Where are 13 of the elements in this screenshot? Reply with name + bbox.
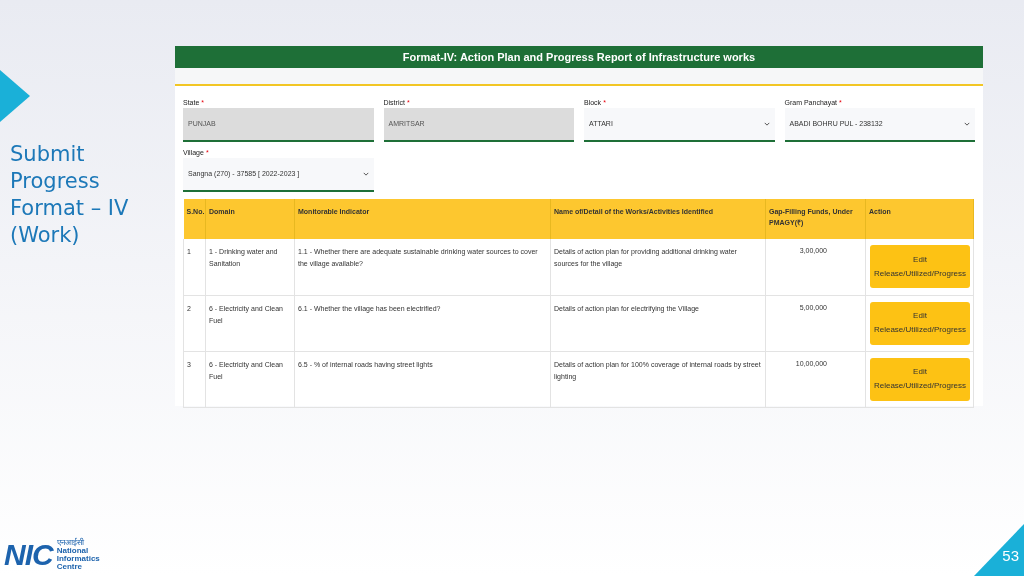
chevron-down-icon xyxy=(964,122,970,126)
triangle-shape xyxy=(0,70,30,122)
edit-progress-button[interactable]: Edit Release/Utilized/Progress xyxy=(870,245,970,288)
logo-name: National Informatics Centre xyxy=(56,547,101,571)
page-number: 53 xyxy=(1002,545,1019,566)
chevron-down-icon xyxy=(763,122,770,126)
edit-progress-button[interactable]: Edit Release/Utilized/Progress xyxy=(870,301,970,345)
slide-title: Submit Progress Format – IV (Work) xyxy=(10,141,130,249)
logo-hindi-text: एनआईसी xyxy=(56,538,85,547)
chevron-down-icon xyxy=(362,172,369,176)
edit-progress-button[interactable]: Edit Release/Utilized/Progress xyxy=(870,357,970,401)
logo-mark: NIC xyxy=(4,539,53,570)
form-header: Format-IV: Action Plan and Progress Report of Infrastructure works xyxy=(175,46,983,68)
